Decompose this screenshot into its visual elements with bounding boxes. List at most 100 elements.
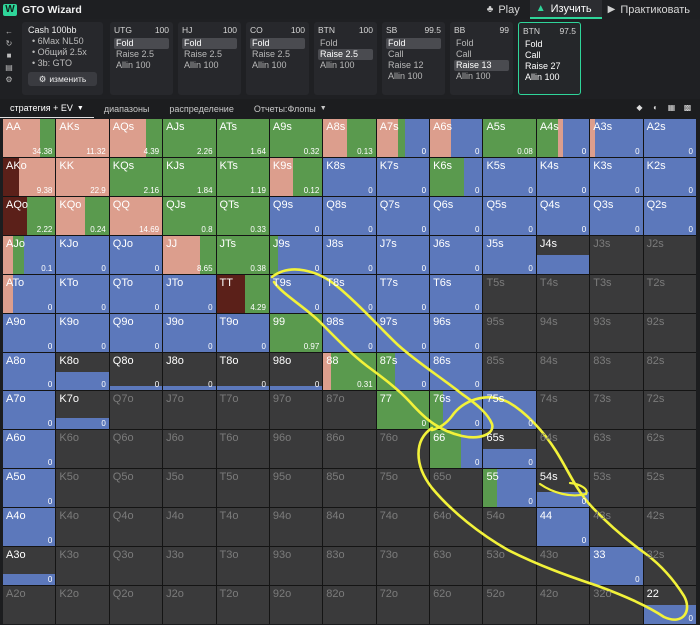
hand-cell[interactable]: AQs 4.39 (109, 119, 163, 157)
hand-cell[interactable]: 83o (323, 547, 376, 586)
hand-cell[interactable]: 73s (590, 391, 643, 430)
hand-cell[interactable]: 95s (483, 313, 536, 352)
hand-cell[interactable]: 76s 0 (430, 391, 483, 430)
hand-cell[interactable]: TT 4.29 (216, 274, 269, 313)
hand-cell[interactable]: 76o (376, 430, 430, 469)
hand-cell[interactable]: A4o 0 (3, 508, 56, 547)
hand-cell[interactable]: QQ 14.69 (109, 196, 163, 235)
hand-cell[interactable]: KQo 0.24 (56, 196, 109, 235)
hand-cell[interactable]: 83s (590, 352, 643, 391)
hand-cell[interactable]: ATo 0 (3, 274, 56, 313)
hand-cell[interactable]: 32s (643, 547, 696, 586)
hand-cell[interactable]: 22 0 (643, 586, 696, 624)
nav-study[interactable]: ▲ Изучить (529, 0, 602, 19)
hand-cell[interactable]: J9s 0 (269, 235, 323, 274)
hand-cell[interactable]: A2s 0 (643, 119, 696, 157)
grid-view-icon[interactable]: ▦ (667, 103, 676, 112)
hand-cell[interactable]: AJs 2.26 (163, 119, 216, 157)
action-option[interactable]: Fold (250, 38, 305, 49)
hand-cell[interactable]: 85s (483, 352, 536, 391)
nav-practice[interactable]: ▶ Практиковать (602, 0, 700, 19)
hand-cell[interactable]: 75s 0 (483, 391, 536, 430)
hand-cell[interactable]: T8s 0 (323, 274, 376, 313)
hand-cell[interactable]: 62o (430, 586, 483, 624)
action-option[interactable]: Raise 2.5 (250, 49, 305, 60)
hand-cell[interactable]: 44 0 (536, 508, 590, 547)
hand-cell[interactable]: Q4o (109, 508, 163, 547)
hand-cell[interactable]: 43o (536, 547, 590, 586)
action-option[interactable]: Allin 100 (114, 60, 169, 71)
hand-cell[interactable]: AA 34.38 (3, 119, 56, 157)
hand-cell[interactable]: J5o (163, 469, 216, 508)
table-icon[interactable]: ▤ (3, 63, 15, 72)
hand-cell[interactable]: J6s 0 (430, 235, 483, 274)
hand-cell[interactable]: A7s 0 (376, 119, 430, 157)
hand-cell[interactable]: Q8o 0 (109, 352, 163, 391)
hand-cell[interactable]: A2o (3, 586, 56, 624)
history-icon[interactable]: ↻ (3, 39, 15, 48)
hand-cell[interactable]: 93o (269, 547, 323, 586)
hand-cell[interactable]: 84o (323, 508, 376, 547)
hand-cell[interactable]: Q5o (109, 469, 163, 508)
hand-cell[interactable]: 97s 0 (376, 313, 430, 352)
hand-cell[interactable]: 53o (483, 547, 536, 586)
position-box-co[interactable]: CO 100 Fold Raise 2.5 Allin 100 (246, 22, 309, 95)
hand-cell[interactable]: 84s (536, 352, 590, 391)
hand-cell[interactable]: 94s (536, 313, 590, 352)
hand-cell[interactable]: Q3s 0 (590, 196, 643, 235)
hand-cell[interactable]: J6o (163, 430, 216, 469)
hand-cell[interactable]: 88 0.31 (323, 352, 376, 391)
action-option[interactable]: Call (386, 49, 441, 60)
hand-cell[interactable]: A9s 0.32 (269, 119, 323, 157)
hand-cell[interactable]: 66 0 (430, 430, 483, 469)
cube-icon[interactable]: ◆ (635, 103, 644, 112)
tab-distribution[interactable]: распределение (159, 99, 243, 118)
hand-cell[interactable]: 52o (483, 586, 536, 624)
position-box-hj[interactable]: HJ 100 Fold Raise 2.5 Allin 100 (178, 22, 241, 95)
hand-cell[interactable]: 32o (590, 586, 643, 624)
hand-cell[interactable]: 77 0 (376, 391, 430, 430)
hand-cell[interactable]: Q6o (109, 430, 163, 469)
hand-cell[interactable]: T4s (536, 274, 590, 313)
hand-cell[interactable]: K6o (56, 430, 109, 469)
hand-cell[interactable]: K9o 0 (56, 313, 109, 352)
hand-cell[interactable]: JTo 0 (163, 274, 216, 313)
hand-cell[interactable]: K7s 0 (376, 157, 430, 196)
hand-cell[interactable]: Q8s 0 (323, 196, 376, 235)
hand-cell[interactable]: Q9s 0 (269, 196, 323, 235)
tab-ranges[interactable]: диапазоны (94, 99, 160, 118)
hand-cell[interactable]: KQs 2.16 (109, 157, 163, 196)
hand-cell[interactable]: 86o (323, 430, 376, 469)
hand-cell[interactable]: 93s (590, 313, 643, 352)
action-option[interactable]: Fold (114, 38, 169, 49)
hand-cell[interactable]: KTo 0 (56, 274, 109, 313)
hand-cell[interactable]: QJo 0 (109, 235, 163, 274)
hand-cell[interactable]: AKs 11.32 (56, 119, 109, 157)
hand-cell[interactable]: 72s (643, 391, 696, 430)
hand-cell[interactable]: K3o (56, 547, 109, 586)
hand-cell[interactable]: T8o 0 (216, 352, 269, 391)
hand-cell[interactable]: J3s (590, 235, 643, 274)
hand-cell[interactable]: QTs 0.33 (216, 196, 269, 235)
hand-cell[interactable]: QTo 0 (109, 274, 163, 313)
hand-cell[interactable]: K2s 0 (643, 157, 696, 196)
hand-cell[interactable]: J7s 0 (376, 235, 430, 274)
action-option[interactable]: Raise 2.5 (114, 49, 169, 60)
hand-cell[interactable]: 95o (269, 469, 323, 508)
hand-cell[interactable]: J7o (163, 391, 216, 430)
hand-cell[interactable]: A8s 0.13 (323, 119, 376, 157)
hand-cell[interactable]: 52s (643, 469, 696, 508)
hand-cell[interactable]: T7o (216, 391, 269, 430)
hand-cell[interactable]: 94o (269, 508, 323, 547)
hand-cell[interactable]: T6o (216, 430, 269, 469)
action-option[interactable]: Fold (318, 38, 373, 49)
position-box-utg[interactable]: UTG 100 Fold Raise 2.5 Allin 100 (110, 22, 173, 95)
hand-cell[interactable]: 86s 0 (430, 352, 483, 391)
hand-cell[interactable]: Q4s 0 (536, 196, 590, 235)
hand-cell[interactable]: 74s (536, 391, 590, 430)
action-option[interactable]: Fold (182, 38, 237, 49)
action-option[interactable]: Raise 2.5 (318, 49, 373, 60)
hand-cell[interactable]: 53s (590, 469, 643, 508)
hand-cell[interactable]: K9s 0.12 (269, 157, 323, 196)
hand-cell[interactable]: Q7s 0 (376, 196, 430, 235)
